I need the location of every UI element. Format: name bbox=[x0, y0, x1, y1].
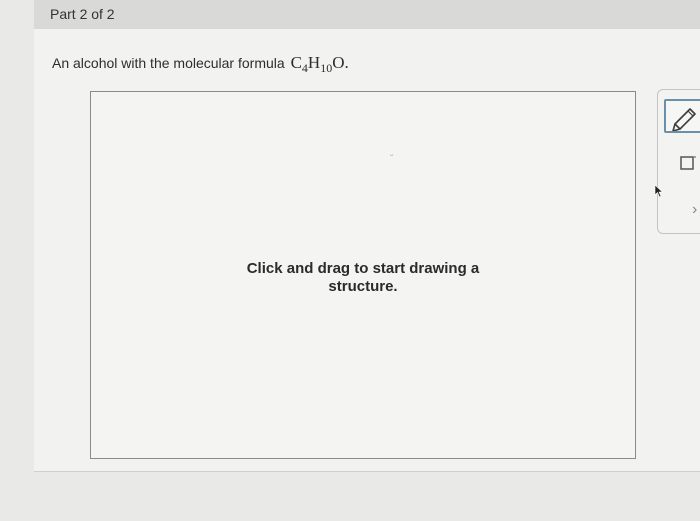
drawing-toolbar: › bbox=[657, 89, 700, 234]
molecular-formula: C4H10O. bbox=[290, 53, 349, 75]
instruction-line-2: structure. bbox=[328, 278, 398, 295]
chevron-right-icon[interactable]: › bbox=[692, 201, 697, 219]
instruction-line-1: Click and drag to start drawing a bbox=[246, 260, 480, 277]
mouse-cursor-icon bbox=[654, 184, 664, 198]
structure-drawing-canvas[interactable]: ᵕ Click and drag to start drawing a stru… bbox=[90, 91, 636, 459]
question-prompt: An alcohol with the molecular formula bbox=[52, 55, 285, 71]
canvas-speck: ᵕ bbox=[390, 151, 394, 160]
drawing-instruction: Click and drag to start drawing a struct… bbox=[91, 260, 635, 296]
part-header: Part 2 of 2 bbox=[34, 0, 700, 29]
question-text: An alcohol with the molecular formula C4… bbox=[52, 53, 349, 76]
eraser-icon bbox=[680, 156, 696, 170]
pencil-tool-button[interactable] bbox=[664, 99, 700, 133]
pencil-icon bbox=[672, 108, 696, 132]
panel-divider bbox=[34, 471, 700, 472]
eraser-tool-button[interactable] bbox=[680, 156, 696, 172]
part-label: Part 2 of 2 bbox=[50, 6, 115, 22]
